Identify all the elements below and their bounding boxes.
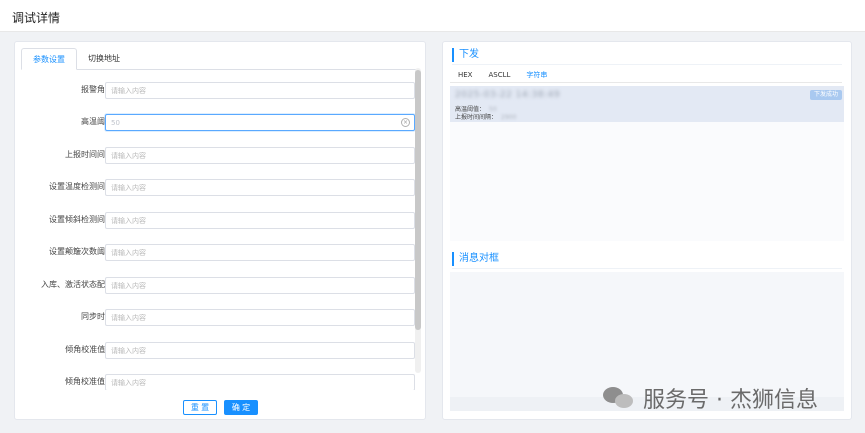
parameter-panel: 参数设置 切换地址 报警角度 高温阈值 × 上报时间间隔 设置温度检测间隔 设置… bbox=[14, 41, 426, 420]
activation-config-input[interactable] bbox=[105, 277, 415, 294]
detail-key: 上报时间间隔： bbox=[455, 114, 498, 121]
send-section-title: 下发 bbox=[452, 48, 479, 62]
high-temp-threshold-input[interactable] bbox=[105, 114, 415, 131]
watermark-text: 服务号 · 杰狮信息 bbox=[643, 388, 818, 413]
tab-string[interactable]: 字符串 bbox=[518, 68, 556, 83]
send-log-list: 2025-03-22 14:38:49 下发成功 高温阈值： 50 上报时间间隔：… bbox=[450, 86, 844, 241]
form-row-report-interval: 上报时间间隔 bbox=[15, 145, 415, 165]
watermark: 服务号 · 杰狮信息 bbox=[603, 381, 818, 415]
alarm-angle-input[interactable] bbox=[105, 82, 415, 99]
clear-icon[interactable]: × bbox=[401, 118, 410, 127]
detail-value: 2900 bbox=[501, 114, 517, 121]
form-row-sync-time: 同步时间 bbox=[15, 307, 415, 327]
form-row-bump-threshold: 设置颠簸次数阈值 bbox=[15, 242, 415, 262]
report-interval-input[interactable] bbox=[105, 147, 415, 164]
temp-check-interval-input[interactable] bbox=[105, 179, 415, 196]
param-form: 报警角度 高温阈值 × 上报时间间隔 设置温度检测间隔 设置倾斜检测间隔 设置颠… bbox=[15, 70, 415, 390]
confirm-button[interactable]: 确 定 bbox=[224, 400, 258, 415]
form-row-tilt-interval: 设置倾斜检测间隔 bbox=[15, 210, 415, 230]
form-row-calib-b: 倾角校准值 B bbox=[15, 372, 415, 390]
form-row-alarm-angle: 报警角度 bbox=[15, 80, 415, 100]
form-label: 设置倾斜检测间隔 bbox=[49, 215, 113, 224]
calibration-k-input[interactable] bbox=[105, 342, 415, 359]
sync-time-input[interactable] bbox=[105, 309, 415, 326]
form-label: 入库、激活状态配置 bbox=[41, 280, 113, 289]
form-row-activation: 入库、激活状态配置 bbox=[15, 275, 415, 295]
form-label: 设置颠簸次数阈值 bbox=[49, 247, 113, 256]
section-divider bbox=[452, 64, 842, 65]
send-detail-line: 上报时间间隔： 2900 bbox=[455, 112, 516, 121]
send-timestamp: 2025-03-22 14:38:49 bbox=[455, 90, 561, 100]
form-label: 设置温度检测间隔 bbox=[49, 182, 113, 191]
status-badge: 下发成功 bbox=[810, 90, 842, 100]
form-row-calib-k: 倾角校准值 K bbox=[15, 340, 415, 360]
format-tab-divider bbox=[450, 82, 842, 83]
page-header: 调试详情 bbox=[0, 0, 865, 32]
tab-hex[interactable]: HEX bbox=[450, 68, 480, 83]
format-tabs: HEX ASCLL 字符串 bbox=[450, 68, 556, 83]
form-scrollbar[interactable] bbox=[415, 68, 421, 373]
tab-switch-address[interactable]: 切换地址 bbox=[77, 48, 131, 70]
tab-ascll[interactable]: ASCLL bbox=[480, 68, 518, 83]
section-divider bbox=[452, 268, 842, 269]
bump-count-threshold-input[interactable] bbox=[105, 244, 415, 261]
page-title: 调试详情 bbox=[12, 11, 61, 25]
reset-button[interactable]: 重 置 bbox=[183, 400, 217, 415]
tab-param-settings[interactable]: 参数设置 bbox=[21, 48, 77, 70]
tilt-check-interval-input[interactable] bbox=[105, 212, 415, 229]
scroll-thumb[interactable] bbox=[415, 70, 421, 330]
wechat-icon bbox=[603, 385, 635, 411]
calibration-b-input[interactable] bbox=[105, 374, 415, 390]
panel-tabs: 参数设置 切换地址 bbox=[21, 48, 131, 70]
form-row-high-temp: 高温阈值 × bbox=[15, 112, 415, 132]
message-section-title: 消息对框 bbox=[452, 252, 499, 266]
list-item[interactable]: 2025-03-22 14:38:49 下发成功 高温阈值： 50 上报时间间隔：… bbox=[450, 86, 844, 122]
log-panel: 下发 HEX ASCLL 字符串 2025-03-22 14:38:49 下发成… bbox=[442, 41, 852, 420]
form-row-temp-interval: 设置温度检测间隔 bbox=[15, 177, 415, 197]
